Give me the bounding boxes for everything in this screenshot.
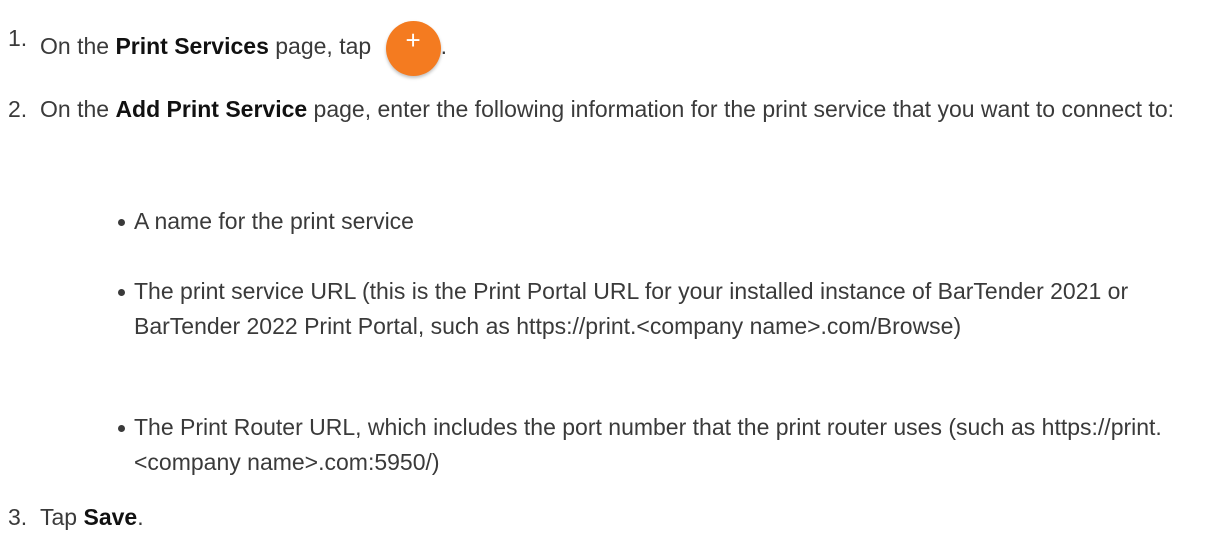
bullet-dot — [118, 289, 125, 296]
step-3-suffix: . — [137, 504, 144, 530]
step-3-text: Tap Save. — [40, 500, 1220, 535]
add-plus-icon: + — [385, 21, 441, 76]
bullet-dot — [118, 425, 125, 432]
bullet-text: The print service URL (this is the Print… — [134, 278, 1129, 339]
bullet-text: A name for the print service — [134, 208, 414, 234]
step-1-middle: page, tap — [268, 33, 378, 59]
instruction-document: 1. On the Print Services page, tap +. 2.… — [0, 0, 1230, 537]
step-1-text: On the Print Services page, tap +. — [40, 21, 1220, 76]
step-1-suffix: . — [440, 33, 447, 59]
step-1-prefix: On the — [40, 33, 116, 59]
bullet-dot — [118, 219, 125, 226]
step-2-prefix: On the — [40, 96, 116, 122]
step-2-number: 2. — [8, 96, 28, 122]
step-2-suffix: page, enter the following information fo… — [307, 96, 1174, 122]
step-3-prefix: Tap — [40, 504, 84, 530]
step-3-term: Save — [83, 504, 138, 530]
step-1-number: 1. — [8, 25, 28, 51]
step-1-term: Print Services — [115, 33, 269, 59]
step-3-number: 3. — [8, 504, 28, 530]
bullet-text: The Print Router URL, which includes the… — [134, 414, 1162, 475]
plus-glyph: + — [405, 25, 421, 55]
step-2-term: Add Print Service — [115, 96, 308, 122]
step-2-text: On the Add Print Service page, enter the… — [40, 92, 1200, 127]
